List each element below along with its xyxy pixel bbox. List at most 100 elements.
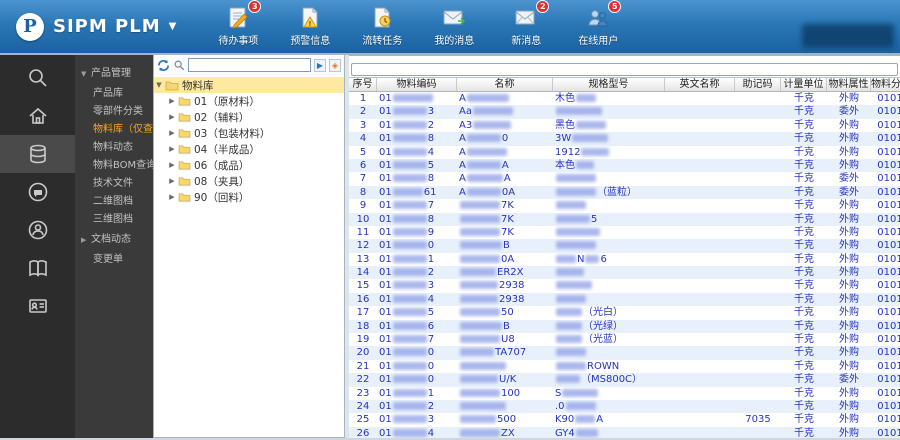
tree-filter-button[interactable]: ◈ — [329, 58, 341, 72]
sidebar-item-4[interactable]: 物料动态 — [75, 139, 153, 157]
cell-redacted-text: 01 — [377, 92, 457, 105]
redaction-blur — [556, 107, 602, 116]
toolbar-item-online-users[interactable]: 5 在线用户 — [570, 0, 626, 47]
toolbar-item-message[interactable]: 我的消息 — [426, 6, 482, 47]
table-row[interactable]: 6 015 AA 本色 千克 外购 0101 — [349, 158, 900, 173]
toolbar-item-task[interactable]: 流转任务 — [354, 6, 410, 47]
table-row[interactable]: 16 014 2938 千克 外购 0101 — [349, 292, 900, 307]
column-header-1[interactable]: 物料编码 — [377, 78, 457, 91]
table-row[interactable]: 24 012 .0 千克 外购 0101 — [349, 399, 900, 414]
tree-search-go-button[interactable]: ▶ — [314, 58, 326, 72]
sidebar-item-10[interactable]: 变更单 — [75, 251, 153, 269]
sidebar-item-label: 物料库（仅查看） — [93, 124, 153, 135]
tree-expand-icon[interactable]: ▶ — [167, 177, 177, 185]
folder-icon — [178, 177, 191, 186]
cell-redacted-text: 01 7 — [379, 334, 435, 346]
sidebar-item-0[interactable]: ▼ 产品管理 — [75, 63, 153, 85]
tree-root-node[interactable]: ▼ 物料库 — [154, 77, 344, 93]
sidebar-item-6[interactable]: 技术文件 — [75, 175, 153, 193]
column-header-8[interactable]: 物料分类 — [871, 78, 900, 91]
table-row[interactable]: 11 019 7K 千克 外购 0101 — [349, 226, 900, 239]
user-menu-redacted[interactable] — [802, 24, 894, 48]
column-header-5[interactable]: 助记码 — [735, 78, 781, 91]
toolbar-item-alert[interactable]: ! 预警信息 — [282, 6, 338, 47]
table-row[interactable]: 3 012 A3黑色 千克 外购 0101 — [349, 119, 900, 132]
column-header-6[interactable]: 计量单位 — [781, 78, 827, 91]
search-icon[interactable] — [0, 59, 75, 97]
column-header-3[interactable]: 规格型号 — [553, 78, 665, 91]
tree-node-0[interactable]: ▶ 01（原材料） — [154, 93, 344, 109]
table-row[interactable]: 18 016 B（光绿） 千克 外购 0101 — [349, 319, 900, 334]
column-header-4[interactable]: 英文名称 — [665, 78, 735, 91]
tree-expand-icon[interactable]: ▶ — [167, 145, 177, 153]
redaction-blur — [556, 375, 580, 384]
cell-text — [735, 213, 781, 226]
id-card-icon[interactable] — [0, 287, 75, 325]
table-quick-filter-input[interactable] — [351, 62, 898, 76]
chevron-down-icon[interactable]: ▼ — [169, 21, 177, 32]
tree-expand-icon[interactable]: ▶ — [167, 161, 177, 169]
tree-node-5[interactable]: ▶ 08（夹具） — [154, 173, 344, 189]
sidebar-item-2[interactable]: 零部件分类 — [75, 103, 153, 121]
table-row[interactable]: 12 010 B 千克 外购 0101 — [349, 239, 900, 253]
target-icon[interactable] — [0, 211, 75, 249]
table-row[interactable]: 20 010 TA707 千克 外购 0101 — [349, 346, 900, 360]
table-row[interactable]: 4 018 A0 3W 千克 外购 0101 — [349, 132, 900, 146]
book-icon[interactable] — [0, 249, 75, 287]
cell-text: 千克 — [794, 119, 814, 131]
tree-expand-icon[interactable]: ▶ — [167, 113, 177, 121]
table-row[interactable]: 26 014 ZXGY4 千克 外购 0101 — [349, 426, 900, 438]
sidebar-item-5[interactable]: 物料BOM查询 — [75, 157, 153, 175]
app-logo[interactable]: P SIPM PLM ▼ — [16, 12, 177, 41]
sidebar-item-8[interactable]: 三维图档 — [75, 211, 153, 229]
cell-redacted-text — [553, 239, 665, 252]
tree-search-input[interactable] — [188, 58, 311, 72]
database-icon[interactable] — [0, 135, 75, 173]
sidebar-item-1[interactable]: 产品库 — [75, 85, 153, 103]
table-row[interactable]: 25 013 500K90A 7035 千克 外购 0101 — [349, 413, 900, 426]
sidebar-item-9[interactable]: ▶ 文档动态 — [75, 229, 153, 251]
tree-expand-icon[interactable]: ▶ — [167, 129, 177, 137]
chat-icon[interactable] — [0, 173, 75, 211]
tree-node-2[interactable]: ▶ 03（包装材料） — [154, 125, 344, 141]
caret-right-icon[interactable]: ▶ — [81, 229, 89, 251]
tree-expand-icon[interactable]: ▶ — [167, 193, 177, 201]
table-row[interactable]: 2 013 Aa 千克 委外 0101 — [349, 105, 900, 119]
column-header-2[interactable]: 名称 — [457, 78, 553, 91]
table-row[interactable]: 10 018 7K5 千克 外购 0101 — [349, 212, 900, 226]
column-header-7[interactable]: 物料属性 — [827, 78, 871, 91]
cell-text: 千克 — [794, 133, 814, 145]
cell-text — [665, 413, 735, 426]
cell-text: 千克 — [794, 240, 814, 252]
table-row[interactable]: 7 018 AA 千克 委外 0101 — [349, 172, 900, 185]
table-row[interactable]: 15 013 2938 千克 外购 0101 — [349, 279, 900, 292]
table-row[interactable]: 14 012 ER2X 千克 外购 0101 — [349, 266, 900, 280]
cell-redacted-text: 01 0 — [379, 240, 435, 252]
column-header-0[interactable]: 序号 — [349, 78, 377, 91]
refresh-icon[interactable] — [157, 59, 170, 72]
sidebar-item-3[interactable]: 物料库（仅查看） — [75, 121, 153, 139]
home-icon[interactable] — [0, 97, 75, 135]
tree-expand-icon[interactable]: ▼ — [154, 81, 164, 89]
table-row[interactable]: 8 0161 A0A （蓝粒） 千克 委外 0101 — [349, 185, 900, 200]
table-row[interactable]: 1 01A木色 千克 外购 0101 — [349, 92, 900, 105]
table-row[interactable]: 5 014 A1912 千克 外购 0101 — [349, 146, 900, 159]
sidebar-item-7[interactable]: 二维图档 — [75, 193, 153, 211]
caret-down-icon[interactable]: ▼ — [81, 63, 89, 85]
table-row[interactable]: 22 010 U/K（MS800C） 千克 委外 0101 — [349, 373, 900, 387]
table-row[interactable]: 21 010 ROWN 千克 外购 0101 — [349, 360, 900, 373]
locate-node-icon[interactable] — [173, 59, 185, 71]
table-row[interactable]: 19 017 U8（光蓝） 千克 外购 0101 — [349, 333, 900, 346]
tree-node-3[interactable]: ▶ 04（半成品） — [154, 141, 344, 157]
tree-node-4[interactable]: ▶ 06（成品） — [154, 157, 344, 173]
table-row[interactable]: 17 015 50（光白） 千克 外购 0101 — [349, 306, 900, 319]
tree-node-1[interactable]: ▶ 02（辅料） — [154, 109, 344, 125]
table-row[interactable]: 13 011 0AN6 千克 外购 0101 — [349, 253, 900, 266]
tree-expand-icon[interactable]: ▶ — [167, 97, 177, 105]
table-row[interactable]: 9 017 7K 千克 外购 0101 — [349, 199, 900, 212]
tree-node-6[interactable]: ▶ 90（回料） — [154, 189, 344, 205]
toolbar-item-new-message[interactable]: 2 新消息 — [498, 0, 554, 47]
redaction-blur — [472, 107, 513, 116]
toolbar-item-todo[interactable]: 3 待办事项 — [210, 0, 266, 47]
table-row[interactable]: 23 011 100S 千克 外购 0101 — [349, 387, 900, 400]
